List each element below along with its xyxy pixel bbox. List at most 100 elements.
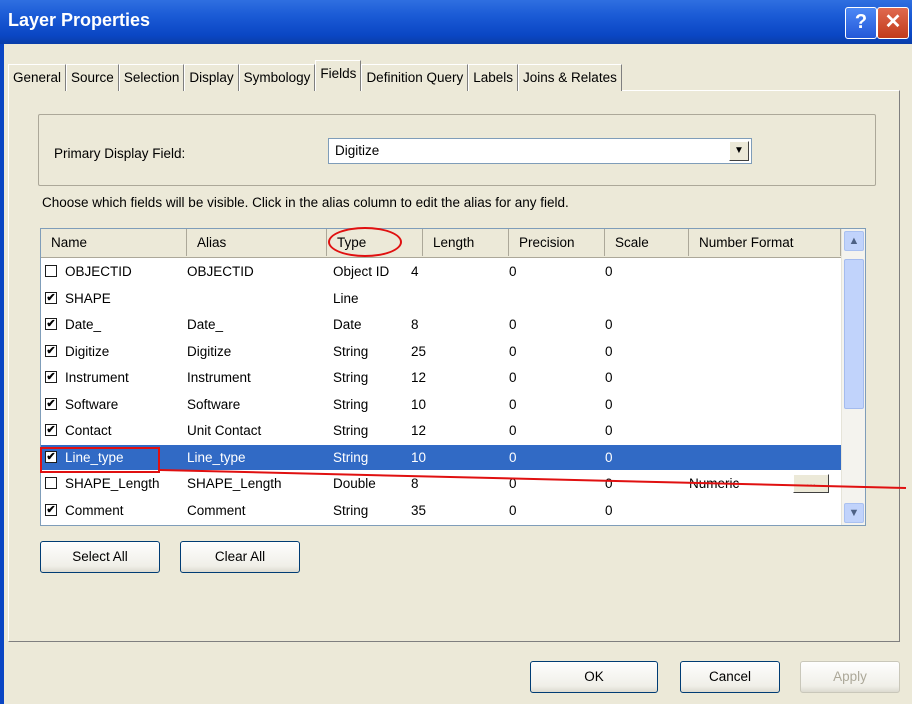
column-header-alias[interactable]: Alias [187,229,327,256]
tab-selection[interactable]: Selection [118,64,185,91]
cell-name: Comment [65,502,124,518]
checkbox-checked-icon[interactable]: ✔ [45,503,57,516]
cell-name: SHAPE_Length [65,476,160,491]
table-row[interactable]: ✔ Contact Unit Contact String 12 0 0 [41,418,841,443]
cell-scale: 0 [605,264,613,279]
cell-name: Software [65,396,119,412]
table-row[interactable]: ✔ Line_type Line_type String 10 0 0 [41,444,841,470]
checkbox-checked-icon[interactable]: ✔ [45,424,57,436]
cell-alias[interactable]: Comment [187,498,246,523]
cell-precision: 0 [509,264,517,279]
tab-joins-relates[interactable]: Joins & Relates [518,64,622,91]
cell-name: Date_ [65,317,102,332]
table-row[interactable]: ✔ SHAPE Line [41,286,841,311]
checkbox-checked-icon[interactable]: ✔ [45,344,57,357]
cancel-button[interactable]: Cancel [680,661,780,693]
tab-labels[interactable]: Labels [468,64,519,91]
cell-type: Date [333,317,362,332]
ok-button[interactable]: OK [530,661,658,693]
checkbox-checked-icon[interactable]: ✔ [45,291,57,304]
scroll-up-icon[interactable]: ▲ [844,231,864,251]
close-button[interactable]: ✕ [877,7,909,39]
cell-precision: 0 [509,502,517,518]
column-header-precision[interactable]: Precision [509,229,605,256]
cell-alias[interactable]: Digitize [187,339,231,364]
table-row[interactable]: ✔ Digitize Digitize String 25 0 0 [41,339,841,364]
fields-table: Name Alias Type Length Precision Scale N… [40,228,866,526]
help-button[interactable]: ? [845,7,877,39]
scroll-down-icon[interactable]: ▼ [844,503,864,523]
instructions-text: Choose which fields will be visible. Cli… [42,195,569,210]
checkbox-checked-icon[interactable]: ✔ [45,397,57,410]
primary-display-field-value: Digitize [335,143,380,158]
table-row[interactable]: ✔ Software Software String 10 0 0 [41,392,841,417]
tab-source[interactable]: Source [66,64,119,91]
table-row[interactable]: ✔ Instrument Instrument String 12 0 0 [41,365,841,390]
cell-precision: 0 [509,449,517,465]
cell-type: String [333,343,369,359]
table-row[interactable]: OBJECTID OBJECTID Object ID 4 0 0 [41,259,841,284]
primary-display-field-label: Primary Display Field: [54,146,186,161]
column-header-number-format[interactable]: Number Format [689,229,841,256]
cell-length: 12 [411,423,427,438]
column-header-name[interactable]: Name [41,229,187,256]
checkbox-unchecked-icon[interactable] [45,477,57,489]
table-row[interactable]: SHAPE_Length SHAPE_Length Double 8 0 0 Numeric… [41,471,841,496]
cell-length: 10 [411,396,427,412]
cell-name: OBJECTID [65,264,132,279]
layer-properties-dialog: Layer Properties ? ✕ General Source Sele… [0,0,912,704]
cell-format: Numeric [689,476,740,491]
cell-name: Contact [65,423,112,438]
cell-name: Instrument [65,370,129,385]
apply-button[interactable]: Apply [800,661,900,693]
cell-type: String [333,396,369,412]
tab-general[interactable]: General [8,64,67,91]
cell-alias[interactable]: Instrument [187,365,251,390]
column-header-scale[interactable]: Scale [605,229,689,256]
cell-scale: 0 [605,476,613,491]
checkbox-checked-icon[interactable]: ✔ [45,318,57,330]
select-all-button[interactable]: Select All [40,541,160,573]
tab-definition-query[interactable]: Definition Query [361,64,469,91]
cell-length: 8 [411,317,419,332]
column-header-length[interactable]: Length [423,229,509,256]
window-frame [0,44,4,704]
cell-precision: 0 [509,396,517,412]
cell-length: 10 [411,449,427,465]
checkbox-unchecked-icon[interactable] [45,265,57,277]
cell-scale: 0 [605,396,613,412]
table-row[interactable]: ✔ Date_ Date_ Date 8 0 0 [41,312,841,337]
tab-strip: General Source Selection Display Symbolo… [8,60,622,91]
cell-type: Object ID [333,264,390,279]
cell-alias[interactable]: Date_ [187,312,223,337]
table-header: Name Alias Type Length Precision Scale N… [41,229,841,258]
cell-precision: 0 [509,317,517,332]
column-header-type[interactable]: Type [327,229,423,256]
cell-type: String [333,370,369,385]
cell-length: 35 [411,502,427,518]
cell-type: Double [333,476,376,491]
cell-scale: 0 [605,449,613,465]
tab-display[interactable]: Display [184,64,239,91]
cell-alias[interactable]: Line_type [187,445,246,470]
dropdown-arrow-icon[interactable]: ▼ [729,141,749,161]
clear-all-button[interactable]: Clear All [180,541,300,573]
primary-display-field-select[interactable]: Digitize ▼ [328,138,752,164]
scrollbar-thumb[interactable] [844,259,864,409]
checkbox-checked-icon[interactable]: ✔ [45,371,57,383]
cell-alias[interactable]: Software [187,392,240,417]
tab-symbology[interactable]: Symbology [238,64,316,91]
cell-type: String [333,449,369,465]
number-format-button[interactable]: ... [793,474,829,493]
tab-fields[interactable]: Fields [315,60,362,91]
cell-alias[interactable]: OBJECTID [187,259,254,284]
table-row[interactable]: ✔ Comment Comment String 35 0 0 [41,498,841,523]
cell-precision: 0 [509,370,517,385]
cell-alias[interactable]: Unit Contact [187,418,261,443]
cell-alias[interactable]: SHAPE_Length [187,471,282,496]
title-bar: Layer Properties ? ✕ [0,0,912,44]
vertical-scrollbar[interactable]: ▲ ▼ [841,229,865,525]
cell-length: 12 [411,370,427,385]
checkbox-checked-icon[interactable]: ✔ [45,450,57,463]
cell-length: 4 [411,264,419,279]
